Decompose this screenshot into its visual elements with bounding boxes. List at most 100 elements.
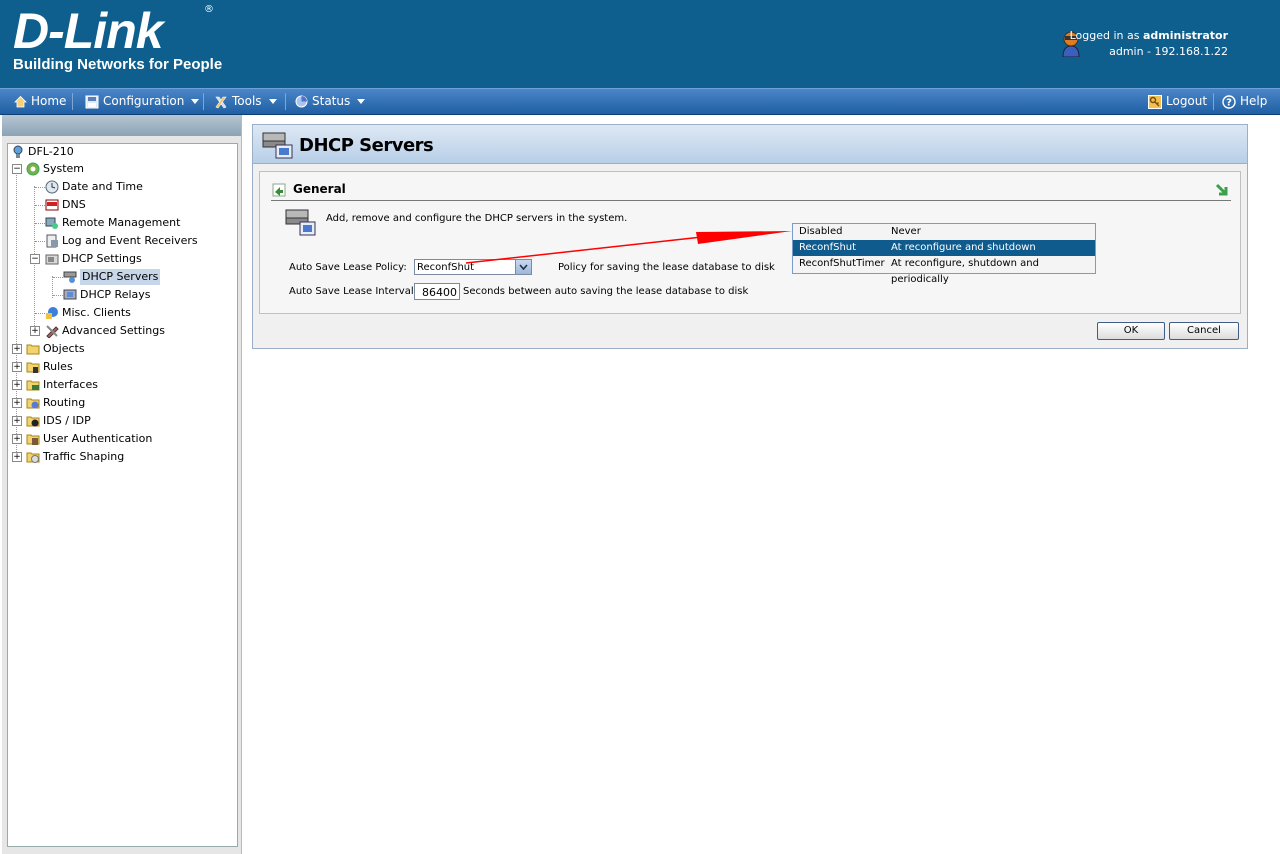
- menu-status[interactable]: Status: [295, 89, 366, 114]
- chevron-down-icon: [191, 99, 200, 104]
- tree-item-interfaces[interactable]: Interfaces: [26, 377, 98, 393]
- header: D-Link Building Networks for People ® Lo…: [0, 0, 1280, 88]
- tree-item-label: Misc. Clients: [62, 306, 131, 319]
- tree-item-traffic-shaping[interactable]: Traffic Shaping: [26, 449, 124, 465]
- expand-traffic-shaping[interactable]: +: [12, 452, 22, 462]
- dropdown-option[interactable]: Disabled Never: [793, 224, 1095, 240]
- tree-item-label: User Authentication: [43, 432, 153, 445]
- page-title: DHCP Servers: [299, 135, 434, 156]
- logo-text: D-Link: [13, 3, 164, 59]
- expand-rules[interactable]: +: [12, 362, 22, 372]
- left-panel: DFL-210 − System Date and Time DNS Remot…: [2, 115, 242, 854]
- dhcp-servers-panel: DHCP Servers General Add, remove and con…: [252, 124, 1248, 349]
- tree-item-user-authentication[interactable]: User Authentication: [26, 431, 152, 447]
- menu-configuration-label: Configuration: [103, 94, 185, 108]
- tree-item-dhcp-servers[interactable]: DHCP Servers: [63, 269, 161, 285]
- section-description: Add, remove and configure the DHCP serve…: [326, 213, 628, 224]
- expand-objects[interactable]: +: [12, 344, 22, 354]
- left-panel-header: [2, 115, 241, 136]
- dhcp-server-icon: [63, 271, 77, 283]
- page-title-bar: DHCP Servers: [253, 125, 1247, 164]
- dropdown-option[interactable]: ReconfShutTimer At reconfigure, shutdown…: [793, 256, 1095, 285]
- option-desc: At reconfigure and shutdown: [891, 242, 1036, 253]
- remote-management-icon: [45, 217, 58, 229]
- collapse-arrow-icon[interactable]: [1214, 182, 1230, 198]
- cancel-button[interactable]: Cancel: [1169, 322, 1239, 340]
- expand-advanced-settings[interactable]: +: [30, 326, 40, 336]
- registered-mark: ®: [204, 4, 214, 15]
- tree-root[interactable]: DFL-210: [11, 144, 74, 160]
- clock-icon: [45, 180, 59, 194]
- dropdown-option-selected[interactable]: ReconfShut At reconfigure and shutdown: [793, 240, 1095, 256]
- dns-icon: [45, 199, 59, 211]
- option-name: ReconfShutTimer: [799, 258, 885, 269]
- tree-item-label: Objects: [43, 342, 85, 355]
- dropdown-arrow[interactable]: [515, 260, 531, 274]
- dlink-logo: D-Link Building Networks for People: [13, 6, 222, 73]
- menu-home[interactable]: Home: [14, 89, 66, 114]
- logged-in-user: administrator: [1142, 29, 1228, 42]
- option-desc: Never: [891, 226, 921, 237]
- tree-item-routing[interactable]: Routing: [26, 395, 85, 411]
- expand-interfaces[interactable]: +: [12, 380, 22, 390]
- tree-item-system[interactable]: System: [26, 161, 84, 177]
- collapse-system[interactable]: −: [12, 164, 22, 174]
- home-icon: [14, 95, 27, 108]
- menu-status-label: Status: [312, 94, 351, 108]
- folder-open-icon: [45, 254, 59, 265]
- tree-item-log-receivers[interactable]: Log and Event Receivers: [45, 233, 198, 249]
- chevron-down-icon: [357, 99, 366, 104]
- tree-item-label: Rules: [43, 360, 73, 373]
- option-desc: At reconfigure, shutdown and periodicall…: [891, 258, 1039, 285]
- tree-item-dns[interactable]: DNS: [45, 197, 86, 213]
- menu-tools-label: Tools: [232, 94, 262, 108]
- tree-item-label: Remote Management: [62, 216, 181, 229]
- dhcp-relay-icon: [63, 289, 77, 300]
- arrow-section-icon: [272, 183, 286, 197]
- interval-help: Seconds between auto saving the lease da…: [463, 286, 749, 297]
- tree-item-label: DHCP Relays: [80, 288, 151, 301]
- dhcp-server-icon: [285, 209, 316, 236]
- rules-icon: [26, 362, 40, 373]
- tree-item-objects[interactable]: Objects: [26, 341, 85, 357]
- tree-item-dhcp-relays[interactable]: DHCP Relays: [63, 287, 151, 303]
- menu-help[interactable]: ? Help: [1222, 89, 1267, 114]
- tree-item-label: System: [43, 162, 85, 175]
- ok-button[interactable]: OK: [1097, 322, 1165, 340]
- menu-configuration[interactable]: Configuration: [85, 89, 200, 114]
- menu-logout[interactable]: Logout: [1148, 89, 1207, 114]
- tree-item-label: DHCP Servers: [80, 269, 161, 285]
- misc-clients-icon: [46, 307, 58, 319]
- expand-routing[interactable]: +: [12, 398, 22, 408]
- tree-item-remote-management[interactable]: Remote Management: [45, 215, 180, 231]
- menu-tools[interactable]: Tools: [214, 89, 277, 114]
- tools-icon: [215, 96, 227, 108]
- menu-home-label: Home: [31, 94, 67, 108]
- chevron-down-icon: [268, 99, 277, 104]
- tree-item-advanced-settings[interactable]: Advanced Settings: [45, 323, 165, 339]
- collapse-dhcp-settings[interactable]: −: [30, 254, 40, 264]
- interval-input[interactable]: 86400: [414, 283, 460, 300]
- option-name: Disabled: [799, 226, 843, 237]
- folder-icon: [26, 344, 40, 355]
- wrench-icon: [46, 325, 59, 338]
- navigation-tree: DFL-210 − System Date and Time DNS Remot…: [7, 143, 238, 847]
- interfaces-icon: [26, 380, 40, 391]
- expand-ids-idp[interactable]: +: [12, 416, 22, 426]
- tree-item-label: Log and Event Receivers: [62, 234, 198, 247]
- policy-select[interactable]: ReconfShut: [414, 259, 532, 275]
- tree-item-label: DNS: [62, 198, 86, 211]
- option-name: ReconfShut: [799, 242, 857, 253]
- save-icon: [85, 95, 99, 108]
- tree-item-date-time[interactable]: Date and Time: [45, 179, 143, 195]
- interval-label: Auto Save Lease Interval:: [289, 286, 418, 297]
- tree-item-misc-clients[interactable]: Misc. Clients: [45, 305, 131, 321]
- logged-in-prefix: Logged in as: [1069, 29, 1140, 42]
- help-icon: ?: [1222, 94, 1236, 109]
- tree-item-dhcp-settings[interactable]: DHCP Settings: [45, 251, 142, 267]
- chevron-down-icon: [519, 264, 528, 271]
- tree-item-label: IDS / IDP: [43, 414, 91, 427]
- tree-item-rules[interactable]: Rules: [26, 359, 73, 375]
- tree-item-ids-idp[interactable]: IDS / IDP: [26, 413, 91, 429]
- expand-user-authentication[interactable]: +: [12, 434, 22, 444]
